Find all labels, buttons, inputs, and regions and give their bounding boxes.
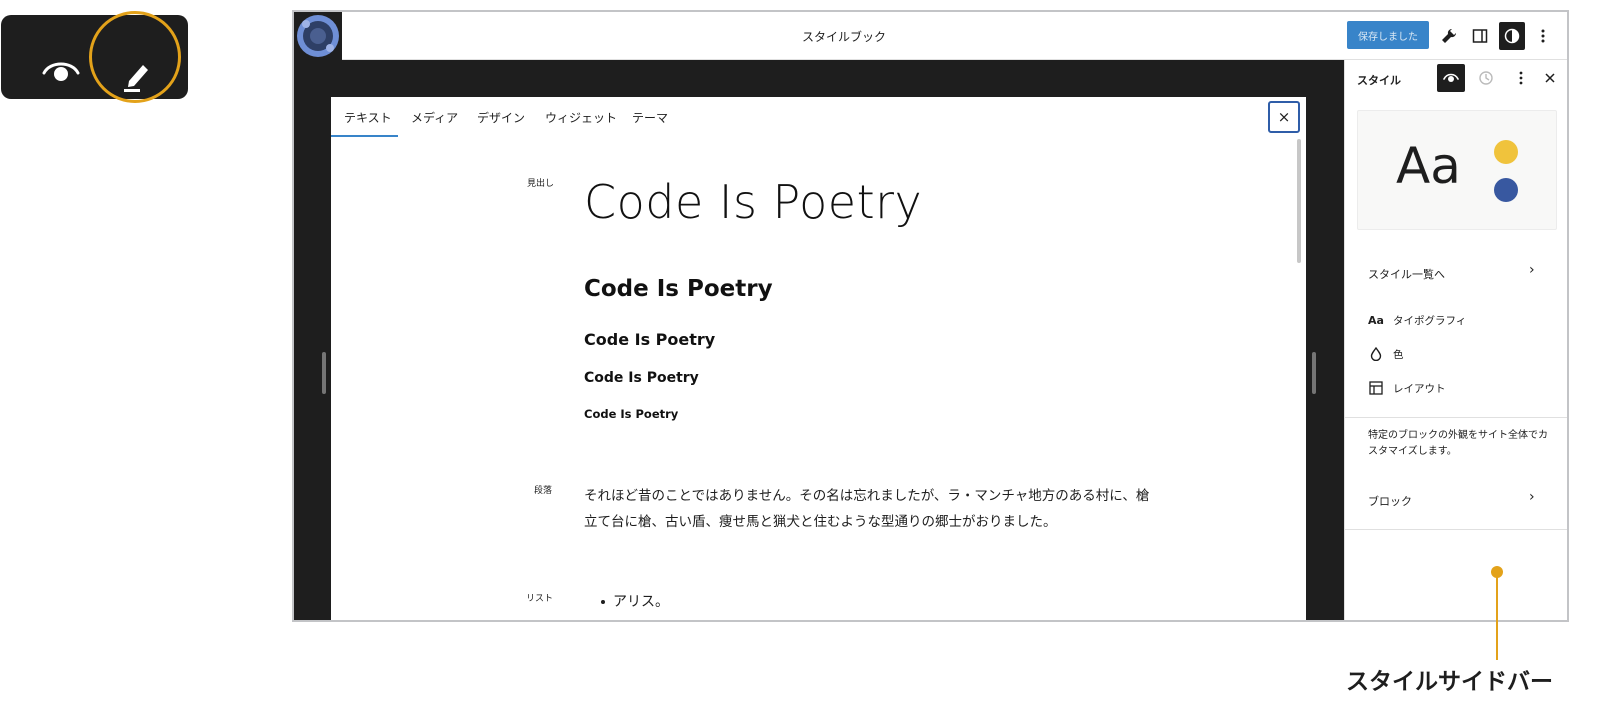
close-icon: × <box>1277 108 1291 126</box>
typography-icon: Aa <box>1368 313 1384 327</box>
style-book: テキスト メディア デザイン ウィジェット テーマ × 見出し Code Is … <box>331 97 1306 620</box>
close-sidebar-icon[interactable] <box>1536 64 1564 92</box>
editor-header: スタイルブック 保存しました <box>294 12 1567 60</box>
styles-sidebar: スタイル Aa スタイル一覧へ › Aa タイポグラフィ 色 レイアウト 特定の… <box>1344 60 1567 620</box>
contrast-icon[interactable] <box>1499 22 1525 50</box>
section-label-list: リスト <box>526 594 554 604</box>
wrench-icon[interactable] <box>1436 22 1462 50</box>
revisions-history-icon[interactable] <box>1472 64 1500 92</box>
tab-media[interactable]: メディア <box>411 109 458 126</box>
close-style-book-button[interactable]: × <box>1268 101 1300 133</box>
preview-color-swatch-1 <box>1494 140 1518 164</box>
resize-handle-left[interactable] <box>322 352 326 394</box>
sidebar-title: スタイル <box>1357 74 1401 87</box>
eye-icon[interactable] <box>42 59 80 83</box>
site-editor-window: スタイルブック 保存しました テキスト メディア デザイン ウィジェット テーマ <box>292 10 1569 622</box>
style-book-eye-icon[interactable] <box>1437 64 1465 92</box>
section-label-paragraph: 段落 <box>534 486 553 496</box>
heading-h2-sample[interactable]: Code Is Poetry <box>584 276 773 302</box>
section-label-heading: 見出し <box>527 179 555 189</box>
heading-h3-sample[interactable]: Code Is Poetry <box>584 330 715 349</box>
sidebar-item-typography[interactable]: Aa タイポグラフィ <box>1368 311 1466 329</box>
preview-typography-sample: Aa <box>1396 137 1461 195</box>
resize-handle-right[interactable] <box>1312 352 1316 394</box>
style-book-tabs: テキスト メディア デザイン ウィジェット テーマ <box>331 97 1306 137</box>
sidebar-divider <box>1345 529 1567 530</box>
document-title[interactable]: スタイルブック <box>294 28 1394 45</box>
layout-icon <box>1368 380 1384 396</box>
sidebar-item-layout[interactable]: レイアウト <box>1368 379 1446 397</box>
sidebar-item-colors[interactable]: 色 <box>1368 345 1404 363</box>
paragraph-sample[interactable]: それほど昔のことではありません。その名は忘れましたが、ラ・マンチャ地方のある村に… <box>584 483 1154 535</box>
more-vertical-icon[interactable] <box>1530 22 1556 50</box>
heading-h5-sample[interactable]: Code Is Poetry <box>584 407 678 421</box>
heading-h1-sample[interactable]: Code Is Poetry <box>584 175 922 229</box>
chevron-right-icon: › <box>1529 262 1535 278</box>
tab-theme[interactable]: テーマ <box>632 109 668 126</box>
list-item: アリス。 <box>601 591 669 611</box>
color-droplet-icon <box>1368 346 1384 362</box>
active-tab-indicator <box>331 135 398 137</box>
save-button[interactable]: 保存しました <box>1347 21 1429 49</box>
sidebar-divider <box>1345 417 1567 418</box>
sidebar-more-icon[interactable] <box>1507 64 1535 92</box>
chevron-right-icon: › <box>1529 489 1535 505</box>
callout-leader-line <box>1496 572 1498 660</box>
tab-widgets[interactable]: ウィジェット <box>545 109 617 126</box>
sidebar-toggle-icon[interactable] <box>1467 22 1493 50</box>
tab-text[interactable]: テキスト <box>344 109 392 126</box>
tab-design[interactable]: デザイン <box>477 109 525 126</box>
style-book-scrollbar[interactable] <box>1297 139 1301 263</box>
list-sample[interactable]: アリス。 <box>601 591 669 611</box>
blocks-description: 特定のブロックの外観をサイト全体でカスタマイズします。 <box>1368 430 1548 457</box>
highlight-ring <box>89 11 181 103</box>
heading-h4-sample[interactable]: Code Is Poetry <box>584 370 699 386</box>
preview-color-swatch-2 <box>1494 178 1518 202</box>
editor-canvas: テキスト メディア デザイン ウィジェット テーマ × 見出し Code Is … <box>294 60 1344 620</box>
style-preview[interactable]: Aa <box>1357 110 1557 230</box>
callout-label: スタイルサイドバー <box>1346 669 1553 695</box>
